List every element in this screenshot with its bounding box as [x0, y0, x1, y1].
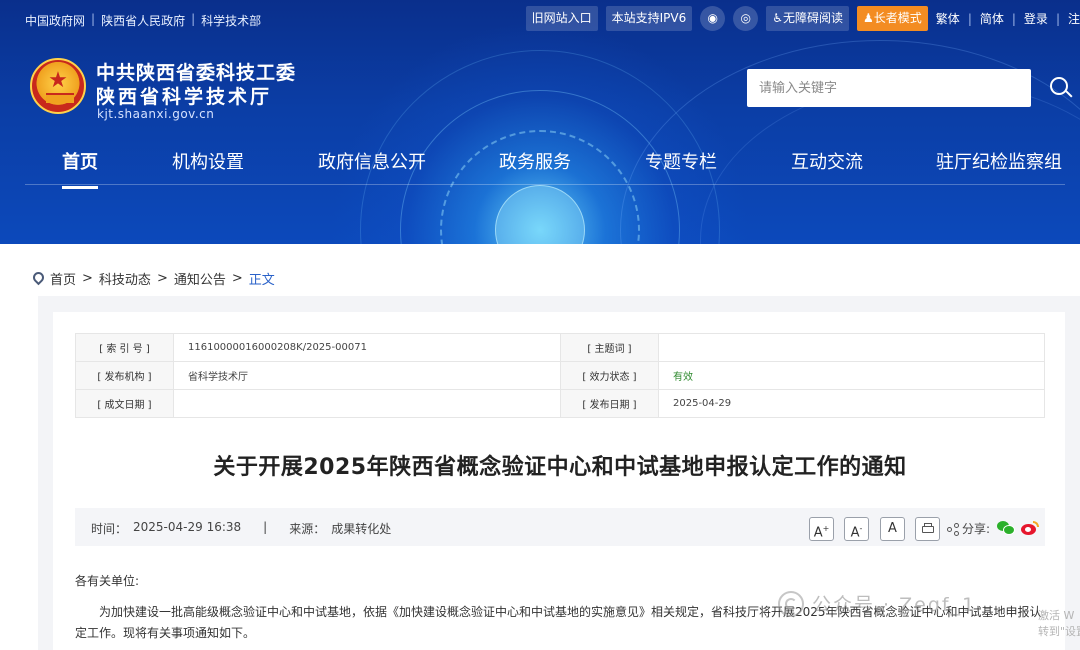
login-link[interactable]: 登录 [1024, 10, 1048, 27]
link-gov-cn[interactable]: 中国政府网 [25, 12, 85, 29]
nav-interaction[interactable]: 互动交流 [791, 148, 863, 174]
top-links: 中国政府网 | 陕西省人民政府 | 科学技术部 [25, 12, 262, 29]
location-pin-icon [30, 269, 47, 286]
top-utility-bar: 中国政府网 | 陕西省人民政府 | 科学技术部 旧网站入口 本站支持IPV6 ◉… [0, 0, 1080, 38]
logo-title-line1[interactable]: 中共陕西省委科技工委 [96, 58, 296, 85]
table-row: [ 成文日期 ] [ 发布日期 ] 2025-04-29 [75, 389, 1045, 418]
written-date-value [173, 389, 561, 418]
header-banner: 中国政府网 | 陕西省人民政府 | 科学技术部 旧网站入口 本站支持IPV6 ◉… [0, 0, 1080, 244]
accessibility-button[interactable]: ♿无障碍阅读 [766, 6, 850, 31]
time-label: 时间： [91, 522, 128, 536]
top-right-tools: 旧网站入口 本站支持IPV6 ◉ ◎ ♿无障碍阅读 ♟长者模式 繁体 | 简体 … [525, 6, 1080, 31]
font-default-button[interactable]: A [880, 517, 905, 541]
activation-notice: 激活 W 转到"设置 [1038, 609, 1080, 638]
watermark: 公众号 · Zeqf_1 [778, 590, 976, 617]
topic-label: [ 主题词 ] [560, 333, 659, 362]
share-weibo-icon[interactable] [1021, 521, 1039, 536]
print-icon[interactable] [915, 517, 940, 541]
article-title: 关于开展2025年陕西省概念验证中心和中试基地申报认定工作的通知 [213, 455, 907, 480]
table-row: [ 索 引 号 ] 11610000016000208K/2025-00071 … [75, 333, 1045, 362]
watermark-text: 公众号 · Zeqf_1 [812, 594, 977, 616]
share-label: 分享: [962, 522, 991, 536]
nav-gov-info[interactable]: 政府信息公开 [318, 148, 426, 174]
national-emblem-icon[interactable]: ★ [30, 58, 86, 114]
logo-title-line2[interactable]: 陕西省科学技术厅 [96, 82, 272, 109]
release-date-value: 2025-04-29 [658, 389, 1045, 418]
simplified-link[interactable]: 简体 [980, 10, 1004, 27]
status-value: 有效 [658, 361, 1045, 390]
nav-home[interactable]: 首页 [62, 148, 98, 174]
share-icon [947, 523, 959, 536]
time-value: 2025-04-29 16:38 [133, 520, 242, 534]
topic-value [658, 333, 1045, 362]
link-shaanxi-gov[interactable]: 陕西省人民政府 [101, 12, 185, 29]
publisher-label: [ 发布机构 ] [75, 361, 174, 390]
nav-discipline-inspection[interactable]: 驻厅纪检监察组 [936, 148, 1062, 174]
source-label: 来源： [289, 522, 326, 536]
link-most[interactable]: 科学技术部 [201, 12, 261, 29]
breadcrumb: 首页 > 科技动态 > 通知公告 > 正文 [30, 269, 275, 288]
index-label: [ 索 引 号 ] [75, 333, 174, 362]
salutation: 各有关单位: [75, 574, 140, 588]
article-info-bar: 时间： 2025-04-29 16:38 | 来源： 成果转化处 A+ A- A… [75, 508, 1045, 546]
publisher-value: 省科学技术厅 [173, 361, 561, 390]
old-site-button[interactable]: 旧网站入口 [525, 6, 598, 31]
font-large-button[interactable]: A+ [809, 517, 834, 541]
breadcrumb-tech-news[interactable]: 科技动态 [99, 269, 151, 288]
breadcrumb-current: 正文 [248, 273, 275, 288]
status-label: [ 效力状态 ] [560, 361, 659, 390]
release-date-label: [ 发布日期 ] [560, 389, 659, 418]
nav-organization[interactable]: 机构设置 [172, 148, 244, 174]
info-divider: | [263, 520, 268, 534]
font-medium-button[interactable]: A- [844, 517, 869, 541]
accessibility-label: 无障碍阅读 [783, 11, 844, 25]
logo-domain: kjt.shaanxi.gov.cn [97, 107, 215, 121]
table-row: [ 发布机构 ] 省科学技术厅 [ 效力状态 ] 有效 [75, 361, 1045, 390]
ipv6-badge: 本站支持IPV6 [605, 6, 693, 31]
register-link[interactable]: 注 [1068, 10, 1080, 27]
main-nav: 首页 机构设置 政府信息公开 政务服务 专题专栏 互动交流 驻厅纪检监察组 [0, 148, 1080, 189]
index-value: 11610000016000208K/2025-00071 [173, 333, 561, 362]
nav-divider [25, 184, 1065, 185]
wechat-icon[interactable]: ◉ [700, 6, 726, 31]
share-wechat-icon[interactable] [997, 521, 1015, 535]
written-date-label: [ 成文日期 ] [75, 389, 174, 418]
wechat-official-account-icon [778, 590, 804, 617]
elder-mode-label: 长者模式 [873, 11, 922, 25]
nav-active-indicator [62, 186, 98, 189]
traditional-link[interactable]: 繁体 [936, 10, 960, 27]
weibo-icon[interactable]: ◎ [733, 6, 759, 31]
elder-mode-button[interactable]: ♟长者模式 [857, 6, 928, 31]
breadcrumb-home[interactable]: 首页 [50, 269, 76, 288]
source-value: 成果转化处 [331, 522, 392, 536]
breadcrumb-notices[interactable]: 通知公告 [174, 269, 226, 288]
search-button[interactable] [1031, 69, 1080, 107]
metadata-table: [ 索 引 号 ] 11610000016000208K/2025-00071 … [75, 333, 1045, 418]
search-input[interactable] [747, 69, 1031, 107]
nav-services[interactable]: 政务服务 [499, 148, 571, 174]
nav-special-topics[interactable]: 专题专栏 [645, 148, 717, 174]
